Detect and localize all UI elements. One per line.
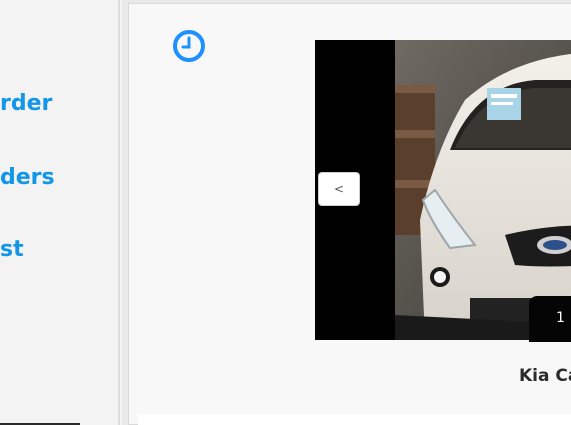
details-panel [138, 414, 571, 425]
main-content: < 1 Kia Ca [122, 0, 571, 425]
clock-icon[interactable] [172, 29, 206, 63]
counter-text: 1 [556, 310, 565, 326]
car-photo [395, 40, 571, 340]
image-counter: 1 [529, 296, 571, 342]
prev-label: < [333, 182, 345, 196]
sidebar-item-label: rder [0, 91, 53, 116]
listing-title: Kia Ca [519, 366, 571, 386]
sidebar: rder ders st [0, 0, 118, 425]
sidebar-item-list[interactable]: st [0, 237, 24, 263]
sidebar-item-label: st [0, 237, 24, 262]
sidebar-item-label: ders [0, 165, 55, 190]
sidebar-divider [118, 0, 120, 425]
sidebar-item-order[interactable]: rder [0, 91, 52, 117]
carousel-prev-button[interactable]: < [318, 172, 360, 206]
sidebar-item-orders[interactable]: ders [0, 165, 55, 191]
